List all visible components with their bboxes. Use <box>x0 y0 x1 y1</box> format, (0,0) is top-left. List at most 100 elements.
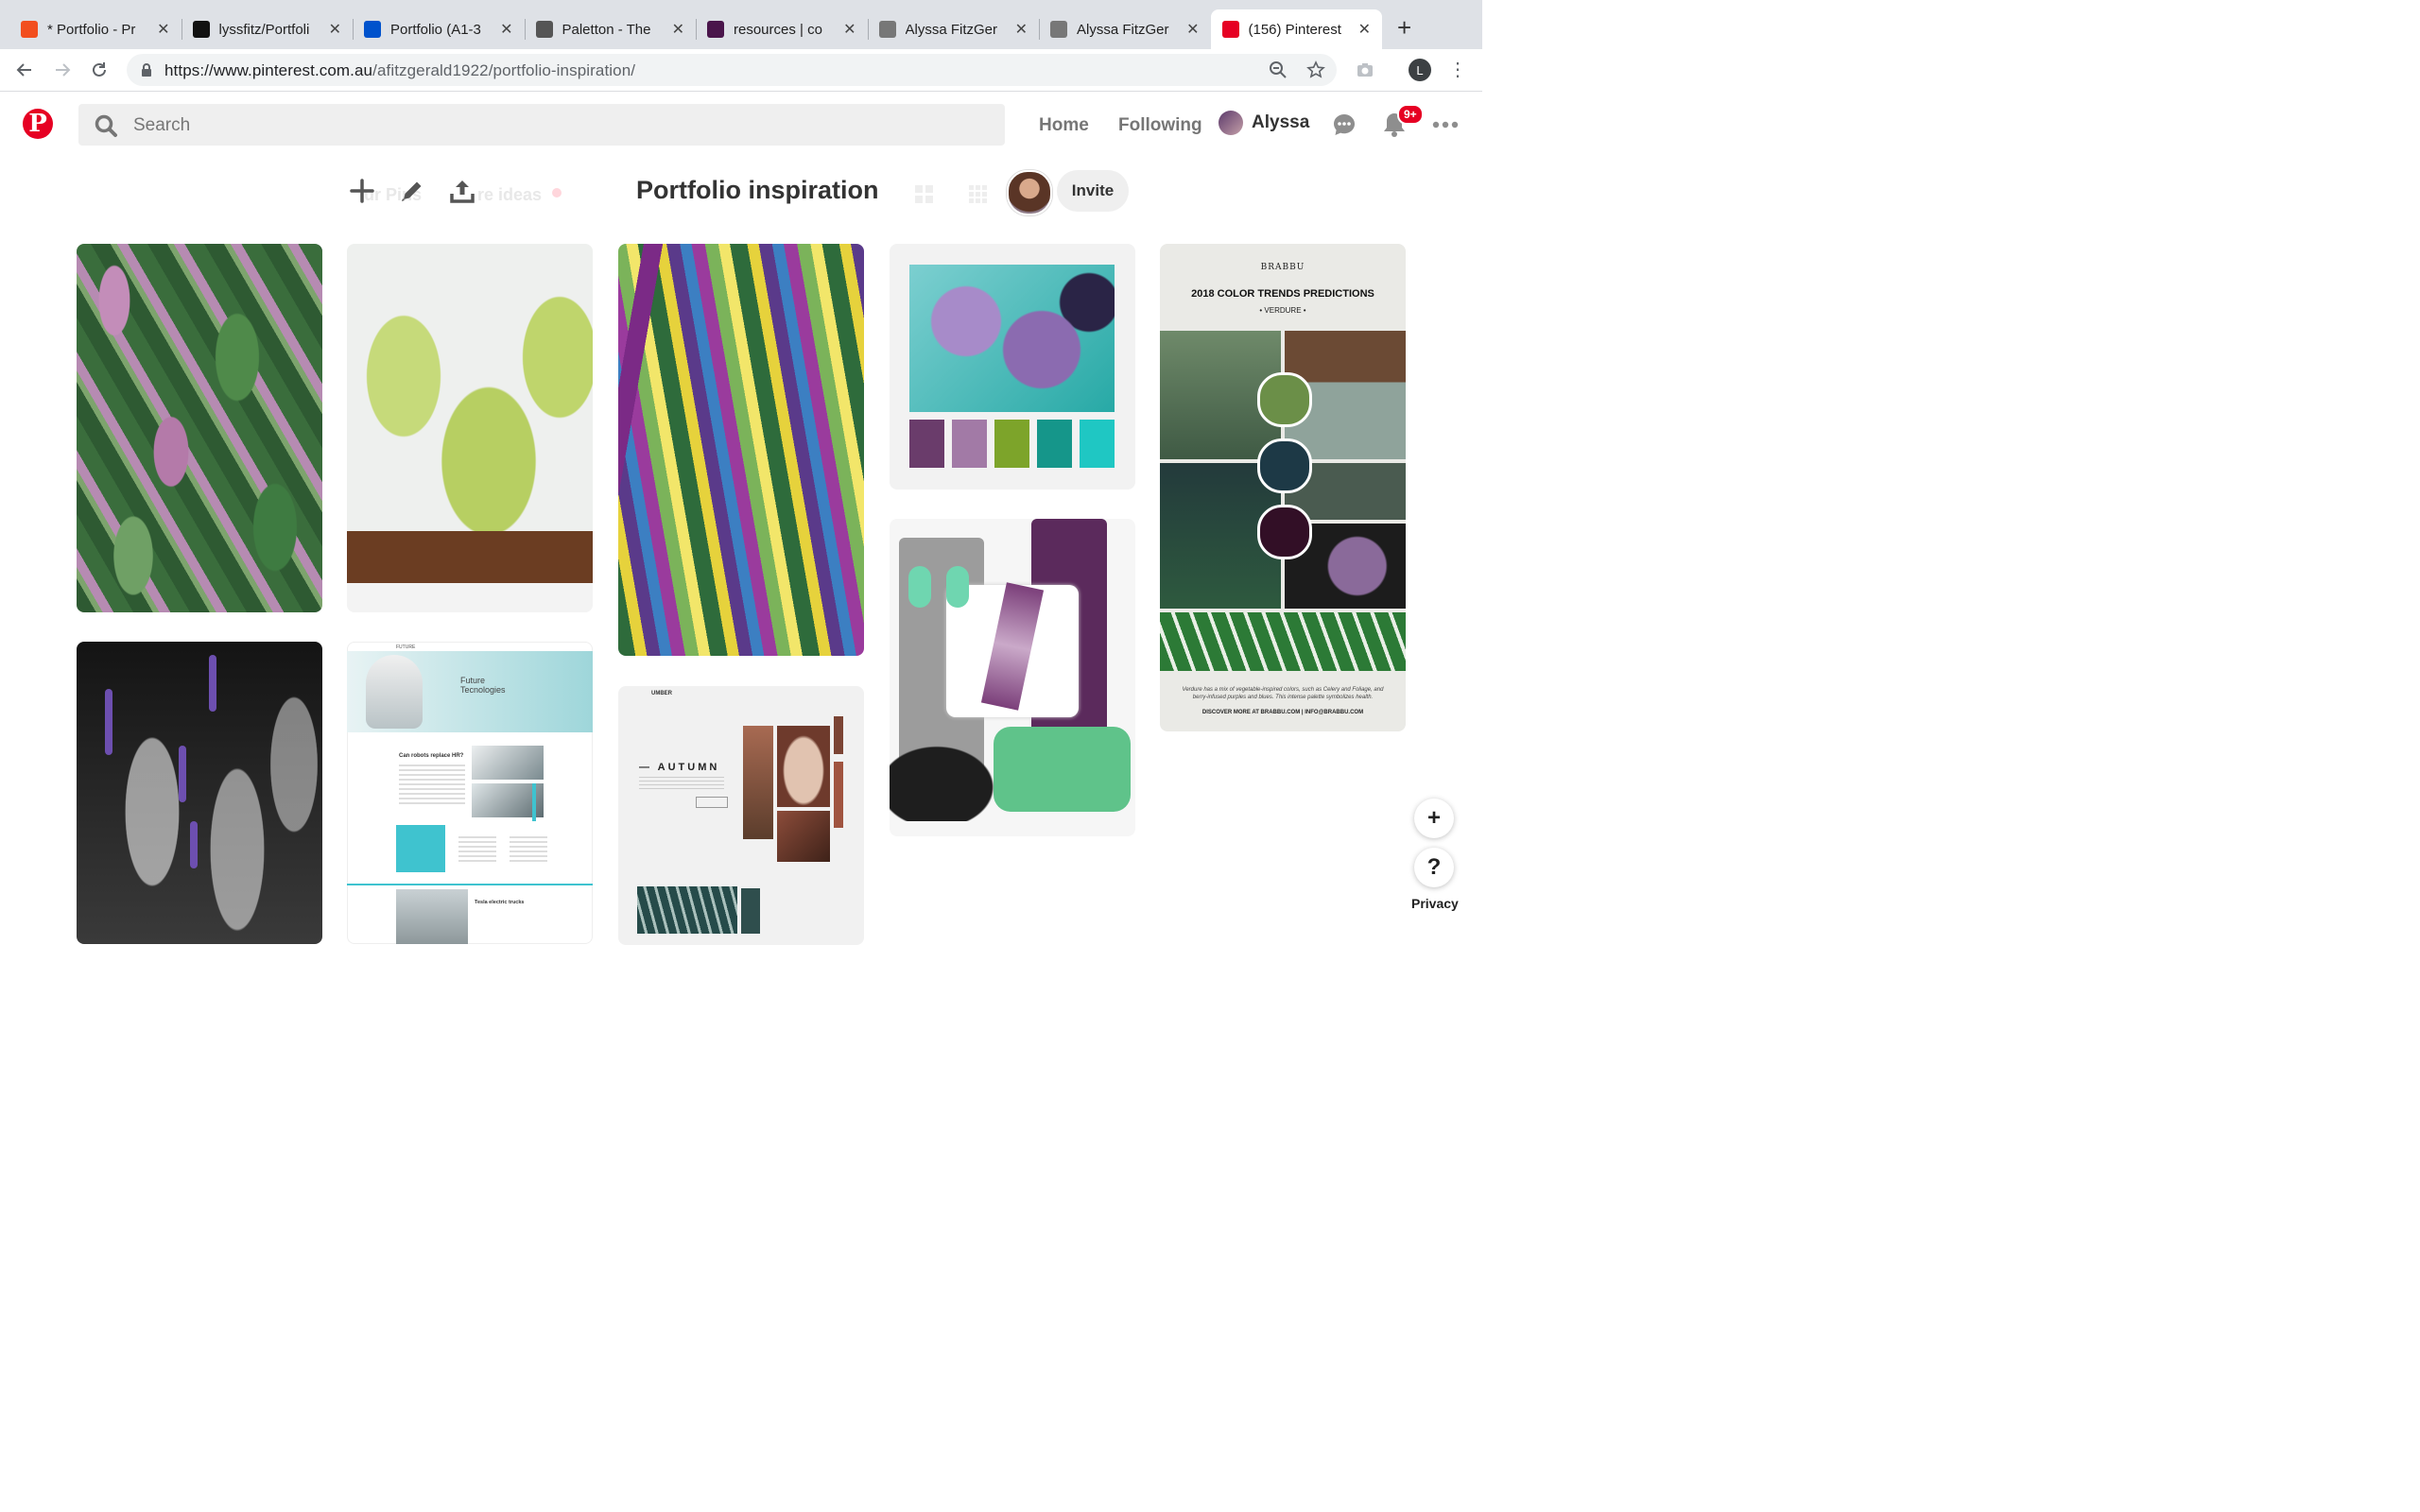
color-swatch <box>1037 420 1072 468</box>
search-input[interactable]: Search <box>78 104 1005 146</box>
pin-future-website[interactable]: FUTURE Future Tecnologies Can robots rep… <box>347 642 593 944</box>
browser-tab[interactable]: lyssfitz/Portfoli ✕ <box>182 9 354 49</box>
figma-icon <box>21 21 38 38</box>
help-button[interactable]: ? <box>1414 848 1454 887</box>
future-question: Can robots replace HR? <box>399 753 464 759</box>
tab-close-icon[interactable]: ✕ <box>329 20 341 39</box>
nav-home[interactable]: Home <box>1039 115 1089 136</box>
address-url: https://www.pinterest.com.au/afitzgerald… <box>164 61 635 80</box>
collaborator-avatar[interactable] <box>1007 170 1052 215</box>
tab-close-icon[interactable]: ✕ <box>672 20 684 39</box>
outfit-bag <box>994 727 1131 812</box>
browser-tab-title: Portfolio (A1-3 <box>390 21 481 38</box>
nav-following[interactable]: Following <box>1118 115 1202 136</box>
browser-tab[interactable]: resources | co ✕ <box>696 9 868 49</box>
compact-grid-icon[interactable] <box>969 185 988 204</box>
tab-close-icon[interactable]: ✕ <box>1358 20 1371 39</box>
add-floating-button[interactable]: + <box>1414 799 1454 838</box>
bookmark-star-icon[interactable] <box>1306 60 1325 79</box>
umber-collage-face <box>777 726 830 807</box>
browser-tab[interactable]: Alyssa FitzGer ✕ <box>1039 9 1211 49</box>
future-accent-bar <box>532 783 536 821</box>
slack-icon <box>707 21 724 38</box>
lavender-sprig <box>179 746 186 802</box>
browser-tab[interactable]: Portfolio (A1-3 ✕ <box>353 9 525 49</box>
lavender-sprig <box>105 689 112 755</box>
pin-image <box>909 265 1115 412</box>
chrome-menu-icon[interactable]: ⋮ <box>1448 60 1467 79</box>
tab-close-icon[interactable]: ✕ <box>1186 20 1199 39</box>
add-pin-icon[interactable] <box>349 178 375 204</box>
future-brand: FUTURE <box>396 644 416 650</box>
umber-collage-piece <box>743 726 773 839</box>
tab-close-icon[interactable]: ✕ <box>1015 20 1028 39</box>
ideas-indicator-dot <box>552 188 562 198</box>
color-swatch <box>952 420 987 468</box>
atlassian-icon <box>364 21 381 38</box>
browser-tab-title: lyssfitz/Portfoli <box>218 21 310 38</box>
umber-brand: UMBER <box>651 691 672 696</box>
github-icon <box>192 21 210 38</box>
browser-tab[interactable]: Paletton - The ✕ <box>525 9 697 49</box>
search-placeholder: Search <box>133 115 191 135</box>
trends-heading: 2018 COLOR TRENDS PREDICTIONS <box>1191 288 1374 300</box>
pin-plant-leaves[interactable] <box>77 244 322 612</box>
arrow-right-icon <box>56 63 71 77</box>
pin-umber-website[interactable]: UMBER — AUTUMN <box>618 686 864 945</box>
pin-abstract-painting[interactable] <box>618 244 864 656</box>
arrow-left-icon <box>16 63 31 77</box>
pinterest-logo[interactable]: P <box>23 109 53 139</box>
outfit-shoes <box>890 736 1008 821</box>
browser-profile-avatar[interactable]: L <box>1409 59 1431 81</box>
browser-tab[interactable]: * Portfolio - Pr ✕ <box>9 9 182 49</box>
browser-tab-title: Alyssa FitzGer <box>1077 21 1169 38</box>
pin-color-trends[interactable]: BRABBU 2018 COLOR TRENDS PREDICTIONS • V… <box>1160 244 1406 731</box>
future-text-block <box>458 836 496 863</box>
umber-text-block <box>639 777 724 792</box>
address-bar[interactable]: https://www.pinterest.com.au/afitzgerald… <box>127 54 1337 86</box>
umber-collage-piece <box>741 888 760 934</box>
url-host: https://www.pinterest.com.au <box>164 61 373 79</box>
reload-button[interactable] <box>84 55 114 85</box>
trend-color-circle <box>1257 438 1312 493</box>
new-tab-button[interactable]: + <box>1397 15 1411 40</box>
user-name: Alyssa <box>1252 112 1310 132</box>
tab-close-icon[interactable]: ✕ <box>843 20 856 39</box>
url-path: /afitzgerald1922/portfolio-inspiration/ <box>372 61 636 79</box>
future-teal-card <box>396 825 445 872</box>
future-card-title: Tesla electric trucks <box>475 900 525 905</box>
share-upload-icon[interactable] <box>449 178 475 204</box>
user-profile-link[interactable]: Alyssa <box>1219 111 1309 135</box>
trends-subheading: • VERDURE • <box>1259 306 1306 315</box>
browser-tab[interactable]: Alyssa FitzGer ✕ <box>868 9 1040 49</box>
back-button[interactable] <box>9 55 40 85</box>
pin-green-drinks[interactable] <box>347 244 593 612</box>
edit-pencil-icon[interactable] <box>399 178 425 204</box>
browser-tab-strip: * Portfolio - Pr ✕ lyssfitz/Portfoli ✕ Portf… <box>0 0 1482 49</box>
tab-close-icon[interactable]: ✕ <box>500 20 512 39</box>
pin-lavender-drinks[interactable] <box>77 642 322 944</box>
umber-collage-piece <box>637 886 737 934</box>
invite-button[interactable]: Invite <box>1057 170 1129 212</box>
zoom-icon[interactable] <box>1269 60 1288 79</box>
more-options-icon[interactable] <box>1432 121 1459 129</box>
future-text-block <box>399 765 465 806</box>
notification-badge: 9+ <box>1397 104 1424 125</box>
browser-tab-title: Alyssa FitzGer <box>905 21 998 38</box>
browser-tab[interactable]: (156) Pinterest ✕ <box>1210 9 1382 49</box>
document-icon <box>878 21 896 38</box>
camera-icon[interactable] <box>1356 60 1374 79</box>
grid-view-icon[interactable] <box>915 185 934 204</box>
pin-outfit[interactable] <box>890 519 1135 836</box>
forward-button[interactable] <box>47 55 78 85</box>
future-truck-image <box>396 889 468 944</box>
trend-color-circle <box>1257 505 1312 559</box>
messages-icon[interactable] <box>1332 112 1357 137</box>
tab-close-icon[interactable]: ✕ <box>157 20 169 39</box>
outfit-earring <box>908 566 931 608</box>
browser-toolbar: https://www.pinterest.com.au/afitzgerald… <box>0 49 1482 92</box>
lavender-sprig <box>209 655 216 712</box>
privacy-link[interactable]: Privacy <box>1411 896 1459 911</box>
future-divider <box>347 884 593 885</box>
pin-blueberry-palette[interactable] <box>890 244 1135 490</box>
